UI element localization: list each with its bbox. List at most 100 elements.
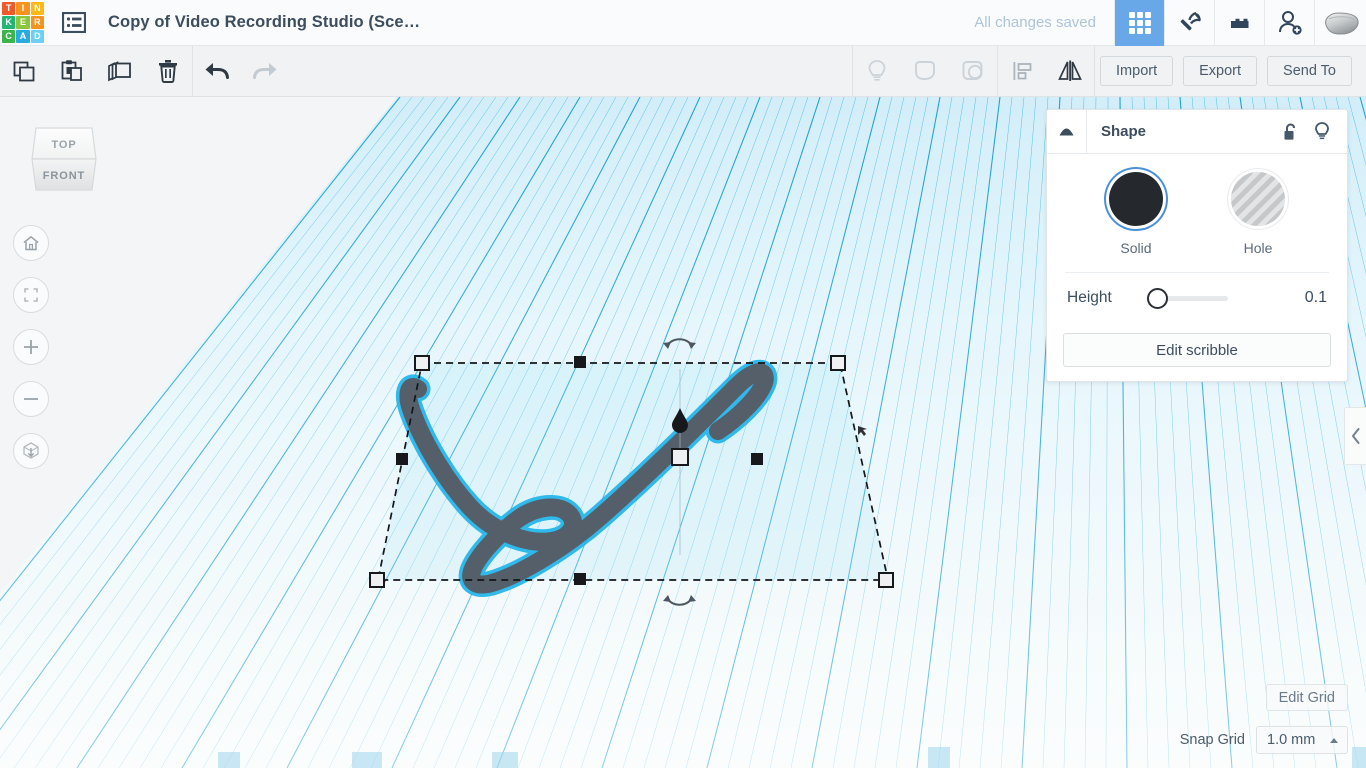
fit-brackets-icon [24, 288, 38, 302]
solid-mode-option[interactable]: Solid [1098, 172, 1174, 256]
group-icon [915, 61, 935, 81]
lightbulb-tool[interactable] [853, 46, 901, 97]
lightbulb-icon [1315, 122, 1329, 140]
send-to-button[interactable]: Send To [1267, 56, 1352, 86]
tinkercad-editor: T I N K E R C A D Copy of Video Recordin… [0, 0, 1366, 768]
panel-collapse-tab[interactable] [1344, 407, 1366, 465]
navigation-buttons [13, 225, 49, 485]
snap-grid-value: 1.0 mm [1267, 732, 1316, 748]
height-slider[interactable] [1147, 286, 1283, 310]
edit-scribble-button[interactable]: Edit scribble [1063, 333, 1331, 367]
add-person-icon [1278, 10, 1302, 35]
height-value[interactable]: 0.1 [1283, 289, 1327, 307]
logo-letter: R [30, 15, 44, 30]
home-view-button[interactable] [13, 225, 49, 261]
plus-icon [24, 340, 38, 354]
hole-mode-option[interactable]: Hole [1220, 172, 1296, 256]
align-tool[interactable] [998, 46, 1046, 97]
top-bar: T I N K E R C A D Copy of Video Recordin… [0, 0, 1366, 46]
shape-panel-title: Shape [1101, 123, 1147, 140]
edit-toolbar: Import Export Send To [0, 45, 1366, 97]
logo-letter: N [30, 1, 44, 15]
codeblocks-pickaxe-button[interactable] [1164, 0, 1214, 46]
copy-button[interactable] [0, 46, 48, 97]
hole-swatch[interactable] [1231, 172, 1285, 226]
lightbulb-icon [868, 60, 886, 81]
cube-arrow-icon [23, 442, 39, 459]
logo-letter: T [2, 1, 16, 15]
logo-letter: I [16, 1, 30, 15]
blocks-button[interactable] [1214, 0, 1264, 46]
height-label: Height [1067, 289, 1112, 306]
import-button[interactable]: Import [1100, 56, 1174, 86]
tinkercad-logo[interactable]: T I N K E R C A D [0, 0, 46, 46]
snap-grid-select[interactable]: 1.0 mm [1256, 726, 1348, 754]
shape-panel-collapse-button[interactable] [1047, 109, 1087, 154]
home-icon [23, 235, 39, 251]
redo-icon [253, 63, 277, 79]
duplicate-icon [108, 61, 131, 82]
logo-letter: E [16, 15, 30, 30]
delete-button[interactable] [144, 46, 192, 97]
edit-grid-button[interactable]: Edit Grid [1265, 684, 1348, 711]
mirror-flip-tool[interactable] [1046, 46, 1094, 97]
solid-swatch[interactable] [1109, 172, 1163, 226]
align-icon [1013, 62, 1032, 80]
copy-icon [13, 61, 35, 82]
ungroup-tool[interactable] [949, 46, 997, 97]
export-button[interactable]: Export [1183, 56, 1258, 86]
zoom-out-button[interactable] [13, 381, 49, 417]
lock-toggle-button[interactable] [1282, 122, 1300, 142]
shape-panel-body: Solid Hole Height 0.1 Edit scribble [1047, 154, 1347, 381]
logo-letter: C [2, 30, 16, 44]
unlocked-padlock-icon [1284, 123, 1295, 140]
undo-button[interactable] [193, 46, 241, 97]
snap-grid-control: Snap Grid 1.0 mm [1180, 726, 1348, 754]
duplicate-button[interactable] [96, 46, 144, 97]
logo-letter: A [16, 30, 30, 44]
gallery-grid-button[interactable] [1114, 0, 1164, 46]
viewcube-front-label: FRONT [43, 170, 85, 182]
toolbar-divider [1094, 45, 1096, 97]
pickaxe-icon [1180, 11, 1201, 30]
viewcube-top-label: TOP [51, 139, 76, 151]
workplane-canvas[interactable]: TOP FRONT Shape Solid Hole Height 0.1 Ed… [0, 97, 1366, 768]
paste-button[interactable] [48, 46, 96, 97]
fit-to-view-button[interactable] [13, 277, 49, 313]
height-slider-track[interactable] [1159, 295, 1228, 301]
brick-blocks-icon [1230, 18, 1248, 28]
chevron-left-icon [1351, 428, 1359, 444]
perspective-toggle-button[interactable] [13, 433, 49, 469]
view-cube[interactable]: TOP FRONT [22, 115, 106, 201]
shape-panel-header-icons [1282, 121, 1347, 142]
visibility-light-button[interactable] [1313, 121, 1331, 142]
height-slider-knob[interactable] [1147, 287, 1168, 309]
mirror-flip-icon [1058, 60, 1082, 81]
zoom-in-button[interactable] [13, 329, 49, 365]
paste-icon [61, 60, 82, 81]
logo-letter: K [2, 15, 16, 30]
redo-button[interactable] [241, 46, 289, 97]
triangle-up-icon [1059, 128, 1074, 135]
snap-grid-label: Snap Grid [1179, 732, 1245, 748]
ungroup-icon [962, 61, 983, 80]
list-menu-icon [62, 12, 86, 33]
delete-trash-icon [159, 60, 177, 83]
project-menu-button[interactable] [54, 0, 94, 46]
height-control-row: Height 0.1 [1063, 273, 1331, 323]
shape-panel-header: Shape [1047, 109, 1347, 154]
caret-up-icon [1330, 737, 1338, 743]
solid-label: Solid [1120, 240, 1152, 256]
undo-icon [205, 63, 229, 79]
shape-panel: Shape Solid Hole Height 0.1 Edit scribbl… [1046, 109, 1348, 382]
grid-gallery-icon [1128, 11, 1151, 34]
document-title[interactable]: Copy of Video Recording Studio (Sce… [108, 13, 420, 32]
mesh-blob-icon [1324, 11, 1359, 35]
user-avatar[interactable] [1314, 0, 1366, 46]
save-status-label: All changes saved [974, 14, 1096, 31]
minus-icon [24, 398, 38, 400]
shape-mode-swatches: Solid Hole [1063, 172, 1331, 256]
invite-person-button[interactable] [1264, 0, 1314, 46]
logo-letter: D [30, 30, 44, 44]
group-tool[interactable] [901, 46, 949, 97]
